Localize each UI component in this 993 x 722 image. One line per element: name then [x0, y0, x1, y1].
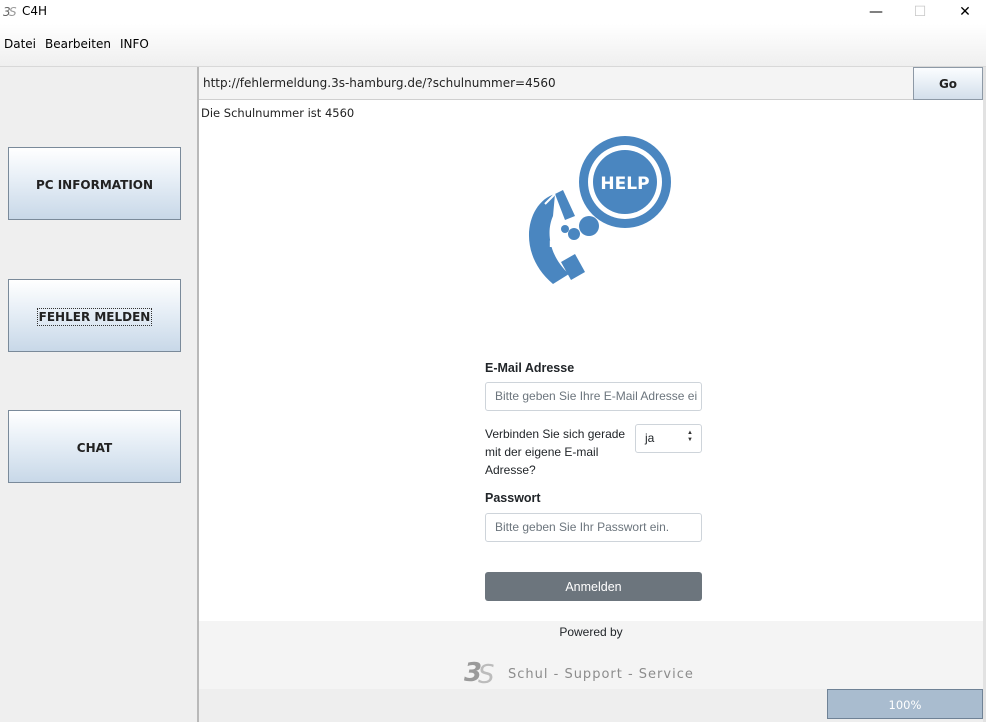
- login-button[interactable]: Anmelden: [485, 572, 702, 601]
- 3s-logo-icon: 3 S: [464, 658, 495, 687]
- password-label: Passwort: [485, 491, 541, 505]
- url-text: http://fehlermeldung.3s-hamburg.de/?schu…: [203, 76, 556, 90]
- pc-information-label: PC INFORMATION: [35, 178, 154, 192]
- password-input[interactable]: Bitte geben Sie Ihr Passwort ein.: [485, 513, 702, 542]
- connection-question: Verbinden Sie sich gerade mit der eigene…: [485, 427, 626, 477]
- email-input[interactable]: Bitte geben Sie Ihre E-Mail Adresse ei: [485, 382, 702, 411]
- chat-button[interactable]: CHAT: [8, 410, 181, 483]
- minimize-button[interactable]: —: [853, 0, 899, 24]
- email-label: E-Mail Adresse: [485, 361, 575, 375]
- footer: Powered by 3 S Schul - Support - Service: [199, 621, 983, 689]
- school-number-text: Die Schulnummer ist 4560: [201, 106, 355, 120]
- maximize-button[interactable]: ☐: [897, 0, 943, 24]
- progress-bar: 100%: [827, 689, 983, 719]
- url-field[interactable]: http://fehlermeldung.3s-hamburg.de/?schu…: [199, 67, 913, 100]
- fehler-melden-label: FEHLER MELDEN: [36, 308, 153, 326]
- menu-bar: Datei Bearbeiten INFO: [0, 24, 986, 67]
- company-name: Schul - Support - Service: [508, 667, 694, 682]
- connection-select[interactable]: ja ▲ ▼: [635, 424, 702, 453]
- menu-info[interactable]: INFO: [120, 37, 149, 51]
- menu-bearbeiten[interactable]: Bearbeiten: [45, 37, 111, 51]
- title-bar: 3 S C4H — ☐ ✕: [0, 0, 986, 24]
- logo-help-text: HELP: [600, 174, 649, 194]
- window-title: C4H: [22, 4, 48, 18]
- web-view: Die Schulnummer ist 4560 HELP FOR E-Mail…: [199, 101, 983, 621]
- svg-text:S: S: [9, 5, 17, 18]
- go-button[interactable]: Go: [913, 67, 983, 100]
- select-value: ja: [645, 431, 655, 445]
- svg-text:S: S: [478, 660, 495, 687]
- fehler-melden-button[interactable]: FEHLER MELDEN: [8, 279, 181, 352]
- call-for-help-logo: HELP FOR: [528, 136, 671, 284]
- window-edge: [986, 0, 993, 722]
- powered-by-text: Powered by: [559, 625, 623, 639]
- pc-information-button[interactable]: PC INFORMATION: [8, 147, 181, 220]
- close-button[interactable]: ✕: [942, 0, 988, 24]
- logo-for-text: FOR: [549, 240, 570, 250]
- progress-label: 100%: [888, 698, 922, 712]
- menu-datei[interactable]: Datei: [4, 37, 36, 51]
- sidebar: PC INFORMATION FEHLER MELDEN CHAT: [0, 67, 197, 722]
- select-arrows-icon: ▲ ▼: [687, 430, 693, 444]
- app-logo-icon: 3 S: [3, 5, 17, 18]
- chat-label: CHAT: [76, 441, 113, 455]
